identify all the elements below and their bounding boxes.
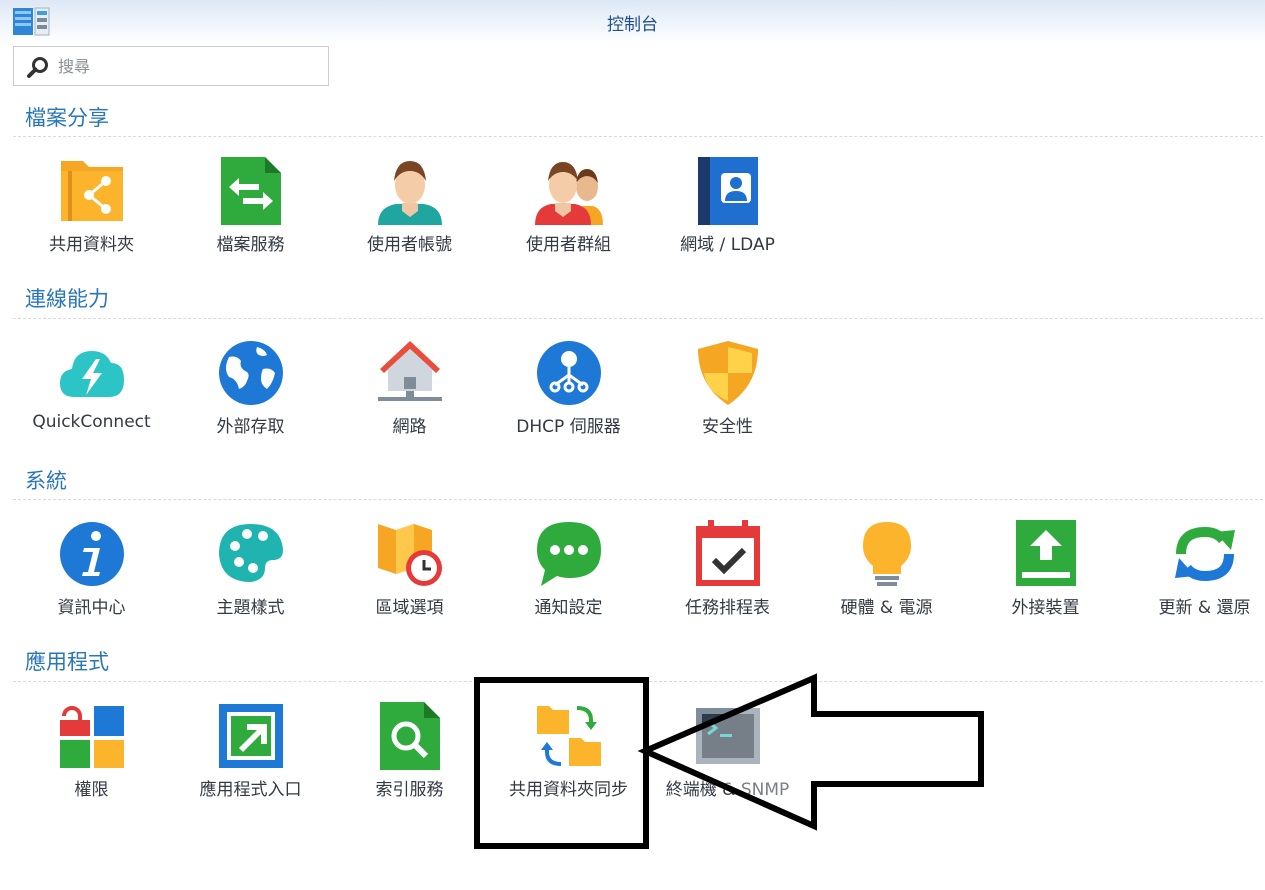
tile-quickconnect[interactable]: QuickConnect — [12, 339, 171, 449]
globe-icon — [219, 341, 283, 405]
tile-shared-folder[interactable]: 共用資料夾 — [12, 157, 171, 267]
tile-label: 索引服務 — [375, 780, 444, 800]
tile-network[interactable]: 網路 — [330, 339, 489, 449]
dhcp-icon — [537, 341, 601, 405]
tile-indexing-service[interactable]: 索引服務 — [330, 702, 489, 812]
tile-info-center[interactable]: 資訊中心 — [12, 520, 171, 630]
shared-folder-icon — [61, 161, 123, 221]
quickconnect-icon — [60, 351, 124, 397]
refresh-icon — [1175, 526, 1235, 582]
network-house-icon — [378, 341, 442, 401]
domain-ldap-icon — [698, 157, 758, 225]
tile-label: 任務排程表 — [685, 598, 770, 618]
section-title-system: 系統 — [25, 469, 67, 493]
tile-terminal-snmp[interactable]: 終端機 & SNMP — [648, 702, 807, 812]
tile-label: 使用者帳號 — [367, 235, 452, 255]
group-icon — [535, 162, 603, 225]
tile-hardware-power[interactable]: 硬體 & 電源 — [807, 520, 966, 630]
search-box[interactable] — [13, 46, 329, 86]
upload-drive-icon — [1016, 520, 1076, 586]
terminal-icon — [696, 708, 760, 764]
tile-label: 主題樣式 — [216, 598, 285, 618]
tile-task-scheduler[interactable]: 任務排程表 — [648, 520, 807, 630]
tile-label: 通知設定 — [534, 598, 603, 618]
tile-file-services[interactable]: 檔案服務 — [171, 157, 330, 267]
section-title-applications: 應用程式 — [25, 650, 109, 674]
info-icon — [60, 522, 124, 586]
search-input[interactable] — [58, 55, 318, 77]
tile-label: 區域選項 — [375, 598, 444, 618]
tile-label: 外接裝置 — [1011, 598, 1080, 618]
window-title: 控制台 — [607, 15, 658, 35]
tile-label: 共用資料夾 — [49, 235, 134, 255]
tile-regional-options[interactable]: 區域選項 — [330, 520, 489, 630]
tile-label: 網路 — [392, 417, 427, 437]
indexing-icon — [380, 702, 440, 770]
tile-label: 共用資料夾同步 — [509, 780, 628, 800]
palette-icon — [219, 524, 283, 582]
shield-icon — [698, 341, 758, 405]
app-portal-icon — [219, 704, 283, 768]
tile-user[interactable]: 使用者帳號 — [330, 157, 489, 267]
tile-label: 權限 — [74, 780, 109, 800]
section-divider — [13, 136, 1263, 137]
tile-security[interactable]: 安全性 — [648, 339, 807, 449]
tile-notification[interactable]: 通知設定 — [489, 520, 648, 630]
tile-label: 網域 / LDAP — [680, 235, 775, 255]
chat-bubble-icon — [537, 522, 601, 586]
tile-label: 外部存取 — [216, 417, 285, 437]
tile-external-devices[interactable]: 外接裝置 — [966, 520, 1125, 630]
calendar-check-icon — [696, 520, 760, 586]
tile-label: QuickConnect — [32, 412, 151, 432]
tile-group[interactable]: 使用者群組 — [489, 157, 648, 267]
file-services-icon — [221, 157, 281, 225]
tile-dhcp-server[interactable]: DHCP 伺服器 — [489, 339, 648, 449]
lightbulb-icon — [863, 522, 911, 586]
tile-privileges[interactable]: 權限 — [12, 702, 171, 812]
section-divider — [13, 318, 1263, 319]
tile-label: 更新 & 還原 — [1158, 598, 1251, 618]
section-title-file-sharing: 檔案分享 — [25, 106, 109, 130]
folder-sync-icon — [537, 706, 601, 766]
tile-label: 應用程式入口 — [199, 780, 302, 800]
section-divider — [13, 681, 1263, 682]
tile-label: 使用者群組 — [526, 235, 611, 255]
privileges-icon — [60, 706, 124, 768]
tile-shared-folder-sync[interactable]: 共用資料夾同步 — [489, 702, 648, 812]
title-bar: 控制台 — [0, 0, 1265, 44]
tile-label: 資訊中心 — [57, 598, 126, 618]
tile-update-restore[interactable]: 更新 & 還原 — [1125, 520, 1265, 630]
tile-label: 安全性 — [702, 417, 753, 437]
section-title-connectivity: 連線能力 — [25, 287, 109, 311]
tile-external-access[interactable]: 外部存取 — [171, 339, 330, 449]
tile-application-portal[interactable]: 應用程式入口 — [171, 702, 330, 812]
tile-domain-ldap[interactable]: 網域 / LDAP — [648, 157, 807, 267]
tile-label: 終端機 & SNMP — [665, 780, 790, 800]
user-icon — [378, 161, 442, 225]
tile-theme[interactable]: 主題樣式 — [171, 520, 330, 630]
tile-label: DHCP 伺服器 — [516, 417, 621, 437]
search-icon — [27, 57, 48, 78]
map-clock-icon — [378, 524, 442, 586]
tile-label: 檔案服務 — [216, 235, 285, 255]
tile-label: 硬體 & 電源 — [840, 598, 933, 618]
section-divider — [13, 499, 1263, 500]
